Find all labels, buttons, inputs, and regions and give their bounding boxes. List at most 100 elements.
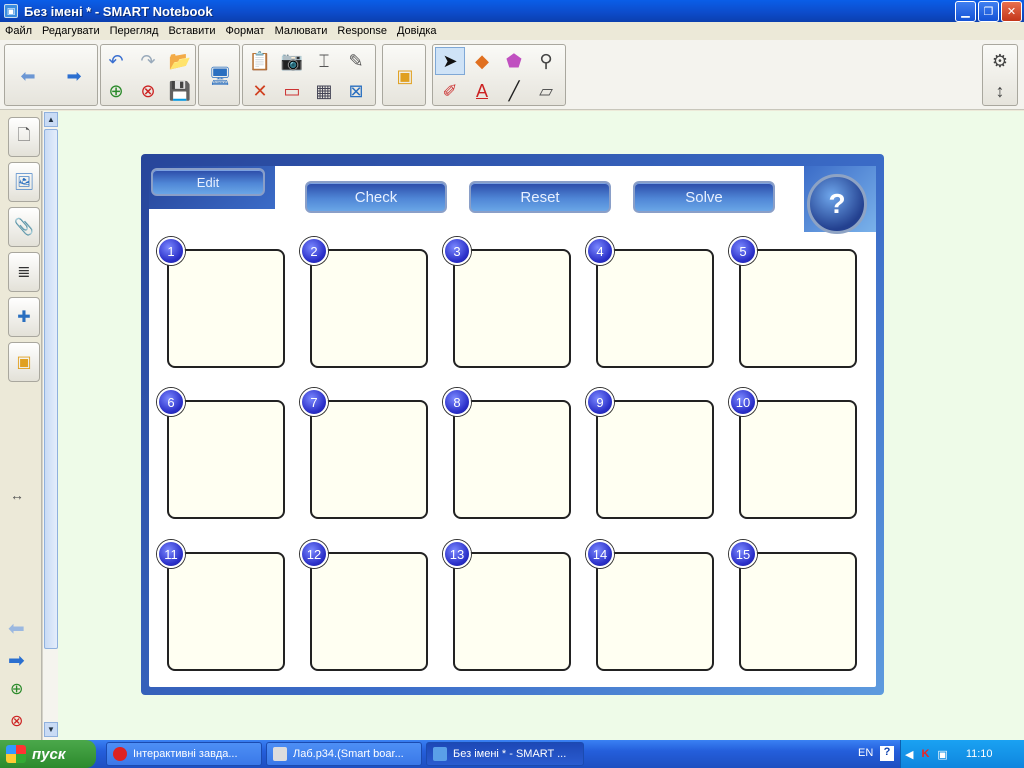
system-tray: ◀ K ▣ 11:10 [900, 740, 1024, 768]
task-word-doc[interactable]: Лаб.р34.(Smart boar... [266, 742, 422, 766]
menu-file[interactable]: Файл [0, 25, 37, 37]
language-indicator[interactable]: EN [858, 747, 873, 759]
scroll-thumb[interactable] [44, 129, 58, 649]
add-page-icon[interactable]: ⊕ [101, 77, 131, 105]
answer-cell[interactable] [310, 249, 428, 368]
add-page-side-icon[interactable]: ⊕ [10, 679, 23, 699]
taskbar: пуск Інтерактивні завда... Лаб.р34.(Smar… [0, 740, 1024, 768]
forward-arrow-icon[interactable]: ➡ [59, 62, 89, 90]
answer-cell[interactable] [310, 400, 428, 519]
redo-icon[interactable]: ↷ [133, 47, 163, 75]
menu-edit[interactable]: Редагувати [37, 25, 105, 37]
answer-cell[interactable] [310, 552, 428, 671]
help-tray-icon[interactable]: ? [880, 746, 894, 761]
opera-icon [113, 747, 127, 761]
scroll-down-icon[interactable]: ▼ [44, 722, 58, 737]
shape-recognition-icon[interactable]: ✎ [341, 47, 371, 75]
cell-number-badge: 12 [300, 540, 328, 568]
toolbar: ⬅ ➡ ↶ ↷ 📂 ⊕ ⊗ 💾 🖥 📋 📷 ⌶ ✎ ✕ ▭ ▦ ⊠ ▣ ➤ ◆ … [0, 40, 1024, 110]
menu-help[interactable]: Довідка [392, 25, 442, 37]
help-button[interactable]: ? [807, 174, 867, 234]
text-icon[interactable]: A [467, 77, 497, 105]
resize-arrows-icon[interactable]: ↔ [10, 487, 24, 503]
open-folder-icon[interactable]: 📂 [165, 47, 195, 75]
fullscreen-icon[interactable]: ⊠ [341, 77, 371, 105]
fill-icon[interactable]: ⚲ [531, 47, 561, 75]
gallery-tab-icon[interactable]: 🖼 [8, 162, 40, 202]
reset-button[interactable]: Reset [469, 181, 611, 213]
addons-puzzle-icon[interactable]: ✚ [8, 297, 40, 337]
check-button[interactable]: Check [305, 181, 447, 213]
notebook-icon [433, 747, 447, 761]
answer-cell[interactable] [453, 249, 571, 368]
task-smart-notebook[interactable]: Без імені * - SMART ... [426, 742, 584, 766]
answer-cell[interactable] [596, 552, 714, 671]
edit-button[interactable]: Edit [151, 168, 265, 196]
pens-icon[interactable]: ✐ [435, 77, 465, 105]
gallery-icon[interactable]: ▣ [390, 62, 420, 90]
screen-capture-icon[interactable]: 📷 [277, 47, 307, 75]
answer-cell[interactable] [739, 400, 857, 519]
answer-cell[interactable] [739, 249, 857, 368]
answer-cell[interactable] [453, 552, 571, 671]
cell-number-badge: 1 [157, 237, 185, 265]
next-page-icon[interactable]: ➡ [8, 648, 25, 673]
gear-icon[interactable]: ⚙ [985, 47, 1015, 75]
vertical-scrollbar[interactable]: ▲ ▼ [42, 111, 58, 740]
side-panel: 🗋 🖼 📎 ≣ ✚ ▣ ↔ ⬅ ➡ ⊕ ⊗ [0, 111, 42, 740]
shade-icon[interactable]: ▭ [277, 77, 307, 105]
solve-button[interactable]: Solve [633, 181, 775, 213]
eraser-icon[interactable]: ▱ [531, 77, 561, 105]
menu-view[interactable]: Перегляд [105, 25, 164, 37]
select-pointer-icon[interactable]: ➤ [435, 47, 465, 75]
network-icon[interactable]: ▣ [937, 748, 947, 761]
antivirus-icon[interactable]: K [921, 748, 929, 760]
answer-cell[interactable] [167, 249, 285, 368]
clock: 11:10 [965, 748, 993, 760]
tray-arrow-icon[interactable]: ◀ [905, 748, 913, 761]
display-screen-icon[interactable]: 🖥 [205, 62, 235, 90]
shapes-icon[interactable]: ◆ [467, 47, 497, 75]
page-sorter-icon[interactable]: 🗋 [8, 117, 40, 157]
table-icon[interactable]: ▦ [309, 77, 339, 105]
close-button[interactable]: ✕ [1001, 0, 1022, 22]
answer-cell[interactable] [596, 400, 714, 519]
windows-logo-icon [6, 745, 26, 763]
move-toolbar-icon[interactable]: ↕ [985, 77, 1015, 105]
app-icon: ▣ [4, 4, 18, 18]
word-doc-icon [273, 747, 287, 761]
menu-format[interactable]: Формат [220, 25, 269, 37]
prev-page-icon[interactable]: ⬅ [8, 616, 25, 641]
lesson-toolkit-icon[interactable]: ▣ [8, 342, 40, 382]
answer-cell[interactable] [167, 400, 285, 519]
minimize-button[interactable]: ▁ [955, 0, 976, 22]
menu-insert[interactable]: Вставити [163, 25, 220, 37]
cell-number-badge: 15 [729, 540, 757, 568]
maximize-button[interactable]: ❐ [978, 0, 999, 22]
delete-icon[interactable]: ✕ [245, 77, 275, 105]
paste-icon[interactable]: 📋 [245, 47, 275, 75]
delete-page-icon[interactable]: ⊗ [133, 77, 163, 105]
answer-cell[interactable] [167, 552, 285, 671]
attachments-icon[interactable]: 📎 [8, 207, 40, 247]
line-icon[interactable]: ╱ [499, 77, 529, 105]
task-interactive-tasks[interactable]: Інтерактивні завда... [106, 742, 262, 766]
menu-response[interactable]: Response [332, 25, 392, 37]
eraser-shapes-icon[interactable]: ⬟ [499, 47, 529, 75]
back-arrow-icon[interactable]: ⬅ [13, 62, 43, 90]
screen-shade-icon[interactable]: ⌶ [309, 47, 339, 75]
answer-cell[interactable] [596, 249, 714, 368]
scroll-up-icon[interactable]: ▲ [44, 112, 58, 127]
start-button[interactable]: пуск [0, 740, 96, 768]
title-bar[interactable]: ▣ Без імені * - SMART Notebook ▁ ❐ ✕ [0, 0, 1024, 22]
undo-icon[interactable]: ↶ [101, 47, 131, 75]
cell-number-badge: 5 [729, 237, 757, 265]
nav-group: ⬅ ➡ [4, 44, 98, 106]
save-icon[interactable]: 💾 [165, 77, 195, 105]
answer-cell[interactable] [739, 552, 857, 671]
answer-cell[interactable] [453, 400, 571, 519]
menu-draw[interactable]: Малювати [270, 25, 333, 37]
task-label: Інтерактивні завда... [133, 748, 238, 760]
delete-page-side-icon[interactable]: ⊗ [10, 711, 23, 731]
properties-icon[interactable]: ≣ [8, 252, 40, 292]
